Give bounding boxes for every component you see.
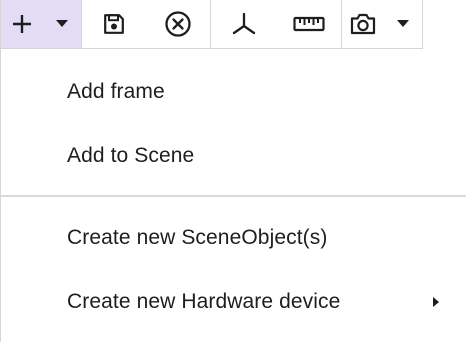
menu-divider [1, 195, 466, 197]
measure-button[interactable] [277, 0, 341, 48]
tools-group [211, 0, 342, 48]
add-dropdown-menu: Add frame Add to Scene Create new SceneO… [0, 49, 466, 342]
camera-group [342, 0, 422, 48]
menu-item-add-frame[interactable]: Add frame [1, 60, 466, 124]
axes-icon [232, 12, 256, 35]
add-menu-group [1, 0, 82, 48]
close-circle-icon [165, 11, 191, 37]
add-dropdown-button[interactable] [43, 0, 81, 48]
chevron-down-icon [397, 20, 409, 27]
screenshot-dropdown-button[interactable] [384, 0, 422, 48]
menu-item-label: Add to Scene [67, 144, 195, 167]
file-actions-group [82, 0, 211, 48]
camera-icon [350, 13, 376, 35]
add-button[interactable] [1, 0, 43, 48]
menu-item-label: Add frame [67, 80, 165, 103]
plus-icon [13, 15, 31, 33]
app-root: Add frame Add to Scene Create new SceneO… [0, 0, 466, 342]
chevron-down-icon [56, 20, 68, 27]
menu-item-label: Create new SceneObject(s) [67, 226, 328, 249]
save-button[interactable] [82, 0, 146, 48]
toolbar [0, 0, 423, 49]
axes-button[interactable] [211, 0, 277, 48]
menu-item-create-hardware-device[interactable]: Create new Hardware device [1, 270, 466, 334]
clear-button[interactable] [146, 0, 210, 48]
chevron-right-icon [433, 297, 439, 307]
ruler-icon [293, 16, 325, 32]
save-icon [104, 14, 124, 34]
screenshot-button[interactable] [342, 0, 384, 48]
menu-item-add-to-scene[interactable]: Add to Scene [1, 124, 466, 188]
menu-item-label: Create new Hardware device [67, 290, 341, 313]
menu-item-create-scene-object[interactable]: Create new SceneObject(s) [1, 206, 466, 270]
